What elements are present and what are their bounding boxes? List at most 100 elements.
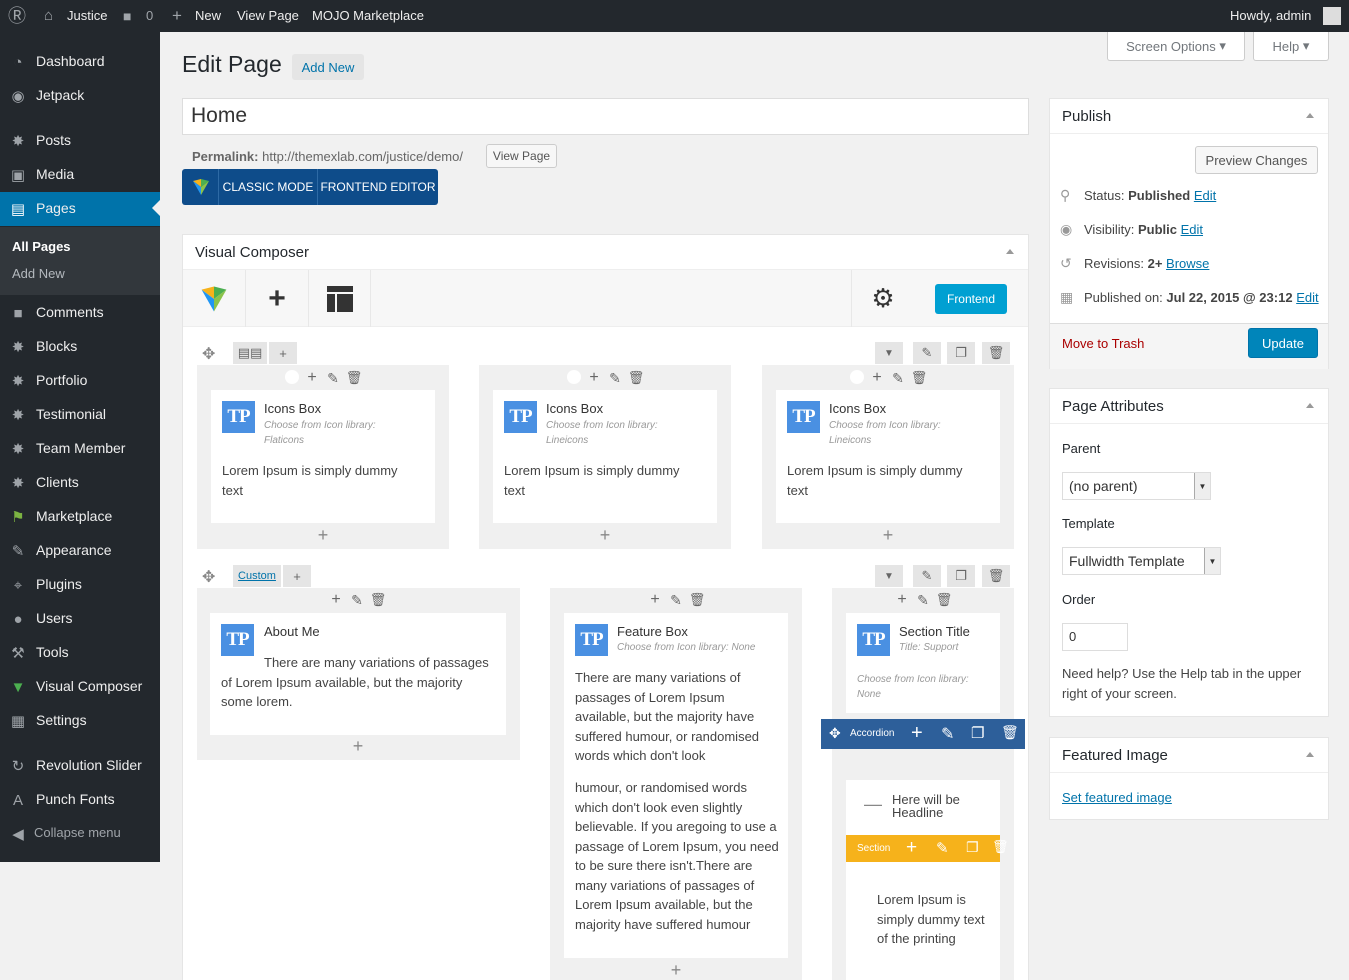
- accordion-move-icon[interactable]: ✥: [829, 725, 841, 742]
- menu-item-jetpack[interactable]: ◉ Jetpack: [0, 79, 160, 113]
- column-add-icon[interactable]: +: [868, 369, 886, 387]
- row-edit-icon[interactable]: ✎: [913, 342, 941, 364]
- date-edit-link[interactable]: Edit: [1296, 290, 1318, 305]
- column-bottom-add-icon[interactable]: +: [596, 525, 614, 545]
- menu-item-team-member[interactable]: ✸ Team Member: [0, 432, 160, 466]
- row-add-column-icon[interactable]: +: [269, 342, 297, 364]
- icons-box-element[interactable]: TP Icons Box Choose from Icon library: Line…: [776, 390, 1000, 523]
- column-edit-icon[interactable]: ✎: [667, 591, 685, 609]
- icons-box-element[interactable]: TP Icons Box Choose from Icon library: Flat…: [211, 390, 435, 523]
- templates-icon[interactable]: [309, 270, 371, 327]
- section-title-element[interactable]: TP Section Title Title: Support Choose f…: [846, 613, 1000, 713]
- browse-link[interactable]: Browse: [1166, 256, 1209, 271]
- submenu-all-pages[interactable]: All Pages: [12, 239, 71, 254]
- add-new-button[interactable]: Add New: [292, 54, 364, 80]
- section-edit-icon[interactable]: ✎: [936, 839, 949, 857]
- row-delete-icon[interactable]: 🗑: [982, 342, 1010, 364]
- column-add-icon[interactable]: +: [585, 369, 603, 387]
- frontend-editor-button[interactable]: FRONTEND EDITOR: [318, 169, 438, 205]
- settings-gear-icon[interactable]: ⚙: [851, 270, 914, 327]
- column-edit-icon[interactable]: ✎: [324, 369, 342, 387]
- accordion-clone-icon[interactable]: ❐: [971, 724, 984, 742]
- menu-item-pages[interactable]: ▤ Pages: [0, 192, 160, 226]
- row-move-icon[interactable]: ✥: [202, 344, 215, 364]
- view-page-button[interactable]: View Page: [486, 144, 557, 168]
- menu-item-blocks[interactable]: ✸ Blocks: [0, 330, 160, 364]
- column-drag-dot[interactable]: [850, 370, 864, 384]
- permalink-url[interactable]: http://themexlab.com/justice/demo/: [262, 149, 463, 164]
- column-bottom-add-icon[interactable]: +: [349, 736, 367, 756]
- help-button[interactable]: Help ▾: [1253, 32, 1329, 61]
- update-button[interactable]: Update: [1248, 328, 1318, 358]
- feature-box-element[interactable]: TP Feature Box Choose from Icon library:…: [564, 613, 788, 958]
- status-edit-link[interactable]: Edit: [1194, 188, 1216, 203]
- menu-item-tools[interactable]: ⚒ Tools: [0, 636, 160, 670]
- title-input[interactable]: Home: [182, 98, 1029, 135]
- menu-item-marketplace[interactable]: ⚑ Marketplace: [0, 500, 160, 534]
- column-drag-dot[interactable]: [285, 370, 299, 384]
- parent-select[interactable]: (no parent) ▼: [1062, 472, 1211, 500]
- icons-box-element[interactable]: TP Icons Box Choose from Icon library: Line…: [493, 390, 717, 523]
- menu-item-settings[interactable]: ▦ Settings: [0, 704, 160, 738]
- menu-item-appearance[interactable]: ✎ Appearance: [0, 534, 160, 568]
- menu-item-visual-composer[interactable]: ▼ Visual Composer: [0, 670, 160, 704]
- row-layout-icon[interactable]: ▤▤: [233, 342, 267, 364]
- menu-item-posts[interactable]: ✸ Posts: [0, 124, 160, 158]
- column-bottom-add-icon[interactable]: +: [667, 960, 685, 980]
- row2-add-column-icon[interactable]: +: [283, 565, 311, 587]
- add-element-icon[interactable]: +: [246, 270, 309, 327]
- about-me-element[interactable]: TP About Me There are many variations of…: [210, 613, 506, 735]
- column-add-icon[interactable]: +: [303, 369, 321, 387]
- column-delete-icon[interactable]: 🗑: [910, 369, 928, 387]
- move-to-trash-link[interactable]: Move to Trash: [1062, 336, 1144, 351]
- row2-custom-layout[interactable]: Custom: [233, 565, 281, 587]
- column-bottom-add-icon[interactable]: +: [879, 525, 897, 545]
- vc-logo-toolbar-icon[interactable]: [183, 270, 246, 327]
- site-name-link[interactable]: Justice: [67, 0, 107, 32]
- column-delete-icon[interactable]: 🗑: [345, 369, 363, 387]
- section-add-icon[interactable]: +: [906, 837, 917, 859]
- menu-item-plugins[interactable]: ⌖ Plugins: [0, 568, 160, 602]
- column-delete-icon[interactable]: 🗑: [627, 369, 645, 387]
- preview-changes-button[interactable]: Preview Changes: [1195, 146, 1318, 174]
- column-delete-icon[interactable]: 🗑: [935, 591, 953, 609]
- collapse-toggle-icon[interactable]: [1306, 403, 1314, 408]
- new-link[interactable]: New: [195, 0, 221, 32]
- row-clone-icon[interactable]: ❐: [947, 342, 975, 364]
- accordion-edit-icon[interactable]: ✎: [941, 724, 954, 744]
- accordion-element[interactable]: — Here will be Headline Lorem Ipsum is s…: [846, 780, 1000, 980]
- column-edit-icon[interactable]: ✎: [889, 369, 907, 387]
- row2-delete-icon[interactable]: 🗑: [982, 565, 1010, 587]
- column-drag-dot[interactable]: [567, 370, 581, 384]
- menu-item-collapse-menu[interactable]: ◀ Collapse menu: [0, 817, 160, 851]
- howdy-link[interactable]: Howdy, admin: [1230, 0, 1311, 32]
- accordion-delete-icon[interactable]: 🗑: [1001, 724, 1019, 741]
- view-page-link[interactable]: View Page: [237, 0, 299, 32]
- column-add-icon[interactable]: +: [893, 591, 911, 609]
- column-edit-icon[interactable]: ✎: [606, 369, 624, 387]
- section-clone-icon[interactable]: ❐: [966, 839, 979, 856]
- avatar[interactable]: [1323, 7, 1341, 25]
- row2-toggle-icon[interactable]: ▼: [875, 565, 903, 587]
- row-toggle-icon[interactable]: ▼: [875, 342, 903, 364]
- visibility-edit-link[interactable]: Edit: [1181, 222, 1203, 237]
- row2-clone-icon[interactable]: ❐: [947, 565, 975, 587]
- column-bottom-add-icon[interactable]: +: [314, 525, 332, 545]
- section-delete-icon[interactable]: 🗑: [992, 839, 1009, 855]
- menu-item-users[interactable]: ● Users: [0, 602, 160, 636]
- row2-edit-icon[interactable]: ✎: [913, 565, 941, 587]
- collapse-minus-icon[interactable]: —: [864, 794, 882, 815]
- set-featured-image-link[interactable]: Set featured image: [1062, 790, 1172, 805]
- column-add-icon[interactable]: +: [327, 591, 345, 609]
- menu-item-dashboard[interactable]: ◔ Dashboard: [0, 45, 160, 79]
- menu-item-comments[interactable]: ■ Comments: [0, 296, 160, 330]
- screen-options-button[interactable]: Screen Options ▾: [1107, 32, 1245, 61]
- comments-count[interactable]: 0: [146, 0, 153, 32]
- column-edit-icon[interactable]: ✎: [348, 591, 366, 609]
- column-edit-icon[interactable]: ✎: [914, 591, 932, 609]
- order-input[interactable]: 0: [1062, 623, 1128, 651]
- submenu-add-new[interactable]: Add New: [12, 266, 65, 281]
- collapse-toggle-icon[interactable]: [1306, 752, 1314, 757]
- classic-mode-button[interactable]: CLASSIC MODE: [219, 169, 317, 205]
- wordpress-logo-icon[interactable]: Ⓡ: [8, 0, 28, 32]
